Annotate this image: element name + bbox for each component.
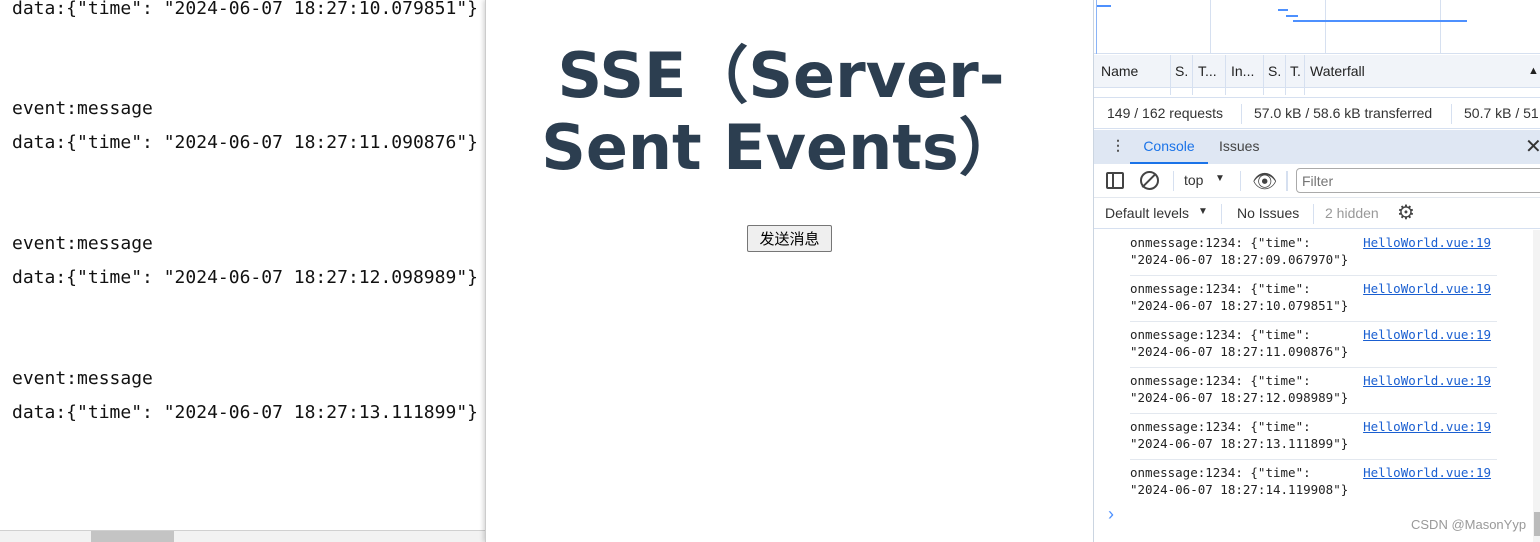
console-toolbar: top ▼ 👁 (1094, 164, 1540, 198)
tab-console[interactable]: Console (1130, 130, 1208, 164)
source-link[interactable]: HelloWorld.vue:19 (1363, 372, 1491, 389)
column-size[interactable]: S. (1268, 63, 1281, 79)
resources-size: 50.7 kB / 51 (1464, 105, 1539, 121)
console-message: onmessage:1234: {"time": "2024-06-07 18:2… (1130, 322, 1497, 368)
dropdown-arrow-icon[interactable]: ▼ (1198, 206, 1208, 217)
log-levels-dropdown[interactable]: Default levels (1105, 205, 1189, 221)
context-selector[interactable]: top (1184, 172, 1203, 188)
settings-gear-icon[interactable]: ⚙ (1397, 200, 1415, 225)
dropdown-arrow-icon[interactable]: ▼ (1215, 173, 1225, 184)
source-link[interactable]: HelloWorld.vue:19 (1363, 464, 1491, 481)
network-summary: 149 / 162 requests 57.0 kB / 58.6 kB tra… (1094, 97, 1540, 129)
requests-count: 149 / 162 requests (1107, 105, 1223, 121)
browser-page: SSE（Server-Sent Events） 发送消息 (485, 0, 1093, 542)
column-time[interactable]: T. (1290, 63, 1301, 79)
console-prompt[interactable]: › (1108, 504, 1114, 525)
column-waterfall[interactable]: Waterfall (1310, 63, 1365, 79)
network-overview (1094, 0, 1540, 54)
console-levels-bar: Default levels ▼ No Issues 2 hidden ⚙ (1094, 199, 1540, 229)
column-type[interactable]: T... (1198, 63, 1217, 79)
source-link[interactable]: HelloWorld.vue:19 (1363, 326, 1491, 343)
close-icon[interactable]: ✕ (1525, 134, 1540, 159)
eye-icon[interactable]: 👁 (1252, 169, 1277, 194)
console-messages: onmessage:1234: {"time": "2024-06-07 18:2… (1094, 230, 1540, 542)
server-output-panel: data:{"time": "2024-06-07 18:27:10.07985… (0, 0, 485, 542)
send-message-button[interactable]: 发送消息 (747, 225, 832, 252)
source-link[interactable]: HelloWorld.vue:19 (1363, 418, 1491, 435)
console-message: onmessage:1234: {"time": "2024-06-07 18:2… (1130, 368, 1497, 414)
more-options-icon[interactable]: ⋮ (1111, 137, 1125, 154)
column-status[interactable]: S. (1175, 63, 1188, 79)
console-message: onmessage:1234: {"time": "2024-06-07 18:2… (1130, 464, 1491, 497)
network-table-header: Name S. T... In... S. T. Waterfall ▲ (1094, 55, 1540, 95)
clear-console-icon[interactable] (1140, 171, 1159, 190)
tab-issues[interactable]: Issues (1219, 138, 1259, 154)
source-link[interactable]: HelloWorld.vue:19 (1363, 234, 1491, 251)
output-line: event:message (12, 233, 153, 254)
column-name[interactable]: Name (1101, 63, 1138, 79)
sidebar-toggle-icon[interactable] (1106, 172, 1124, 189)
hidden-count: 2 hidden (1325, 205, 1379, 221)
drawer-tabs: ⋮ Console Issues ✕ (1094, 130, 1540, 164)
watermark: CSDN @MasonYyp (1411, 517, 1527, 532)
source-link[interactable]: HelloWorld.vue:19 (1363, 280, 1491, 297)
column-initiator[interactable]: In... (1231, 63, 1254, 79)
output-line: data:{"time": "2024-06-07 18:27:10.07985… (12, 0, 478, 19)
transferred-size: 57.0 kB / 58.6 kB transferred (1254, 105, 1433, 121)
console-message: onmessage:1234: {"time": "2024-06-07 18:2… (1130, 414, 1497, 460)
output-line: data:{"time": "2024-06-07 18:27:11.09087… (12, 132, 478, 153)
ide-bottom-toolbar (0, 530, 485, 542)
filter-input[interactable] (1296, 168, 1540, 193)
output-line: event:message (12, 98, 153, 119)
output-line: event:message (12, 368, 153, 389)
devtools-panel: Name S. T... In... S. T. Waterfall ▲ 149… (1093, 0, 1540, 542)
ide-tab-run[interactable] (91, 531, 174, 542)
output-line: data:{"time": "2024-06-07 18:27:12.09898… (12, 267, 478, 288)
issues-count[interactable]: No Issues (1237, 205, 1299, 221)
sort-ascending-icon[interactable]: ▲ (1528, 65, 1539, 77)
console-scrollbar[interactable] (1533, 230, 1540, 542)
console-message: onmessage:1234: {"time": "2024-06-07 18:2… (1130, 276, 1497, 322)
console-message: onmessage:1234: {"time": "2024-06-07 18:2… (1130, 230, 1497, 276)
output-line: data:{"time": "2024-06-07 18:27:13.11189… (12, 402, 478, 423)
page-title: SSE（Server-Sent Events） (541, 39, 1021, 184)
